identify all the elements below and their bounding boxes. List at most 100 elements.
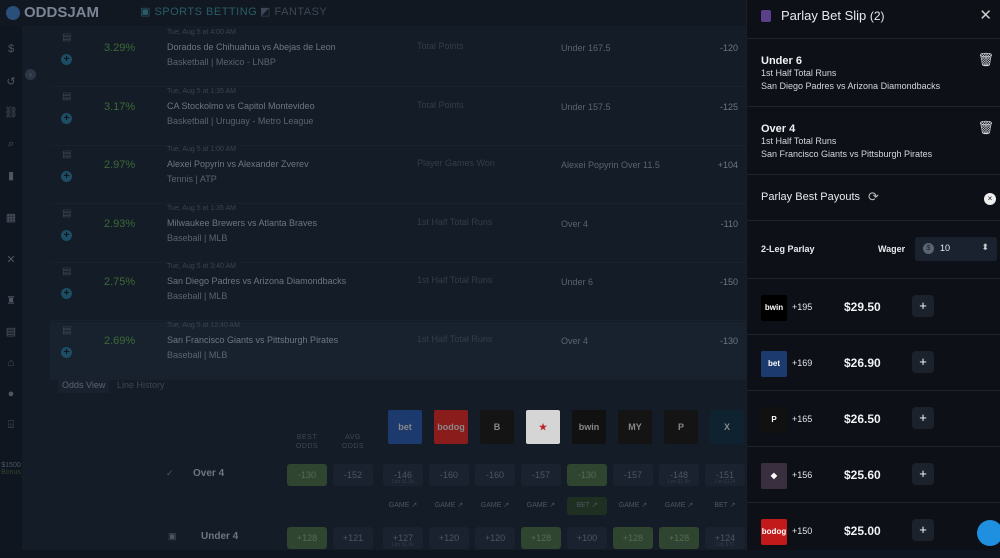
tools-icon[interactable]: ✕ (3, 253, 19, 266)
gift-icon[interactable]: ⌹ (3, 419, 19, 432)
dollar-icon[interactable]: $ (3, 43, 19, 55)
bookmaker-logo-betanysports: X (710, 410, 744, 444)
odds-cell[interactable]: +120 (429, 527, 469, 549)
odds-value: +120 (438, 533, 460, 543)
bookmaker-logo-mybookie: MY (618, 410, 652, 444)
odds-value: +128 (622, 533, 644, 543)
odds-value: -157 (531, 470, 550, 480)
nav-sports-betting[interactable]: ▣ SPORTS BETTING (140, 5, 257, 18)
best-odds-cell[interactable]: -130 (287, 464, 327, 486)
row-odds: +104 (717, 160, 738, 170)
wager-input[interactable]: $ 10 ⬍ (915, 237, 997, 261)
add-bet-button[interactable]: + (912, 295, 934, 317)
odds-cell[interactable]: +127 Lim $1.9k (383, 527, 423, 549)
calculator-icon[interactable]: ▤ (62, 32, 71, 43)
add-to-betslip-icon[interactable]: + (61, 54, 72, 65)
chart-icon[interactable]: ▮ (3, 169, 19, 182)
row-league: Baseball | MLB (167, 291, 228, 301)
betslip-title: Parlay Bet Slip (2) (781, 8, 885, 23)
add-to-betslip-icon[interactable]: + (61, 229, 72, 241)
row-market: 1st Half Total Runs (417, 216, 493, 227)
search-icon[interactable]: ⌕ (3, 138, 19, 151)
row-odds: -125 (719, 101, 738, 112)
trophy-icon[interactable]: ♜ (3, 294, 19, 307)
calculator-icon[interactable]: ▤ (62, 208, 71, 219)
add-to-betslip-icon[interactable]: + (61, 171, 72, 182)
nav-fantasy[interactable]: ◩ FANTASY (260, 5, 327, 18)
odds-cell[interactable]: -160 (429, 464, 469, 486)
odds-cell[interactable]: +128 (613, 527, 653, 549)
education-icon[interactable]: ⌂ (3, 357, 19, 369)
calculator-icon[interactable]: ▤ (62, 266, 71, 277)
parlay-label: 2-Leg Parlay (761, 244, 815, 254)
dollar-circle-icon[interactable]: ● (3, 388, 19, 400)
add-to-betslip-icon[interactable]: + (61, 346, 72, 358)
odds-limit: Lim $1.9k (392, 479, 414, 485)
link-game[interactable]: GAME ↗ (383, 497, 423, 515)
best-odds-cell[interactable]: +128 (287, 527, 327, 549)
odds-cell[interactable]: -151 Lim $124 (705, 464, 745, 486)
refresh-icon[interactable]: ⟳ (868, 189, 879, 205)
table-row[interactable]: ▤ +3.17% Tue, Aug 5 at 1:35 AM CA Stockolmo… (50, 88, 746, 146)
link-bet[interactable]: BET ↗ (567, 497, 607, 515)
row-league: Basketball | Mexico - LNBP (167, 57, 276, 67)
odds-cell[interactable]: +124 Lim $70 (705, 527, 745, 549)
odds-value: +120 (484, 533, 506, 543)
add-bet-button[interactable]: + (912, 463, 934, 485)
table-row[interactable]: ▤ +2.69% Tue, Aug 5 at 12:40 AM San Francis… (50, 321, 746, 380)
link-game[interactable]: GAME ↗ (613, 497, 653, 515)
table-row[interactable]: ▤ +3.29% Tue, Aug 5 at 4:00 AM Dorados de C… (50, 29, 746, 87)
tab-odds-view[interactable]: Odds View (58, 377, 110, 393)
link-game[interactable]: GAME ↗ (429, 497, 469, 515)
link-game[interactable]: GAME ↗ (475, 497, 515, 515)
row-event: Milwaukee Brewers vs Atlanta Braves (167, 217, 318, 228)
external-link-icon: ↗ (409, 502, 418, 509)
payout-row: P +165 $26.50 + (747, 390, 1000, 446)
odds-cell[interactable]: +128 (521, 527, 561, 549)
odds-cell[interactable]: +120 (475, 527, 515, 549)
promo-amount: $1500 (1, 462, 21, 469)
add-bet-button[interactable]: + (912, 407, 934, 429)
chat-button[interactable] (977, 520, 1000, 546)
table-row[interactable]: ▤ +2.75% Tue, Aug 5 at 3:40 AM San Diego Pa… (50, 263, 746, 321)
calculator-icon[interactable]: ▤ (62, 91, 71, 102)
odds-cell[interactable]: -160 (475, 464, 515, 486)
calculator-icon[interactable]: ▤ (3, 325, 19, 338)
tab-line-history[interactable]: Line History (113, 377, 169, 393)
payout-odds: +165 (792, 414, 813, 424)
add-bet-button[interactable]: + (912, 519, 934, 541)
sidebar-collapse-button[interactable]: › (25, 69, 36, 80)
calculator-icon[interactable]: ▤ (62, 149, 71, 160)
promo-badge[interactable]: $1500 Bonus (0, 462, 22, 476)
trash-icon[interactable]: 🗑 (977, 120, 994, 136)
grid-icon[interactable]: ▦ (3, 211, 19, 224)
close-icon[interactable]: ✕ (979, 6, 992, 24)
table-row[interactable]: ▤ +2.93% Tue, Aug 5 at 1:35 AM Milwaukee Br… (50, 205, 746, 263)
stepper-icon[interactable]: ⬍ (981, 242, 989, 253)
link-game[interactable]: GAME ↗ (521, 497, 561, 515)
odds-cell[interactable]: +100 (567, 527, 607, 549)
odds-cell[interactable]: -148 Lim $1.9k (659, 464, 699, 486)
history-icon[interactable]: ↺ (3, 75, 19, 88)
promo-sub: Bonus (1, 469, 21, 476)
odds-cell[interactable]: -157 (521, 464, 561, 486)
add-to-betslip-icon[interactable]: + (61, 112, 72, 124)
row-date: Tue, Aug 5 at 1:35 AM (167, 87, 237, 95)
odds-cell[interactable]: -130 (567, 464, 607, 486)
clear-icon[interactable]: × (984, 193, 996, 205)
odds-cell[interactable]: -157 (613, 464, 653, 486)
payout-odds: +169 (792, 358, 813, 368)
link-game[interactable]: GAME ↗ (659, 497, 699, 515)
add-to-betslip-icon[interactable]: + (61, 288, 72, 299)
logo[interactable]: ODDSJAM (6, 4, 99, 21)
trash-icon[interactable]: 🗑 (977, 52, 994, 68)
parlay-icon[interactable]: ⛓ (3, 106, 19, 119)
link-bet[interactable]: BET ↗ (705, 497, 745, 515)
odds-cell[interactable]: +128 Lim $1.9k (659, 527, 699, 549)
odds-cell[interactable]: -146 Lim $1.9k (383, 464, 423, 486)
table-row[interactable]: ▤ +2.97% Tue, Aug 5 at 1:00 AM Alexei Popyr… (50, 146, 746, 204)
add-bet-button[interactable]: + (912, 351, 934, 373)
calculator-icon[interactable]: ▤ (62, 325, 71, 336)
bookmaker-logo-bodog: bodog (761, 519, 787, 545)
line-name: Over 4 (193, 468, 225, 479)
